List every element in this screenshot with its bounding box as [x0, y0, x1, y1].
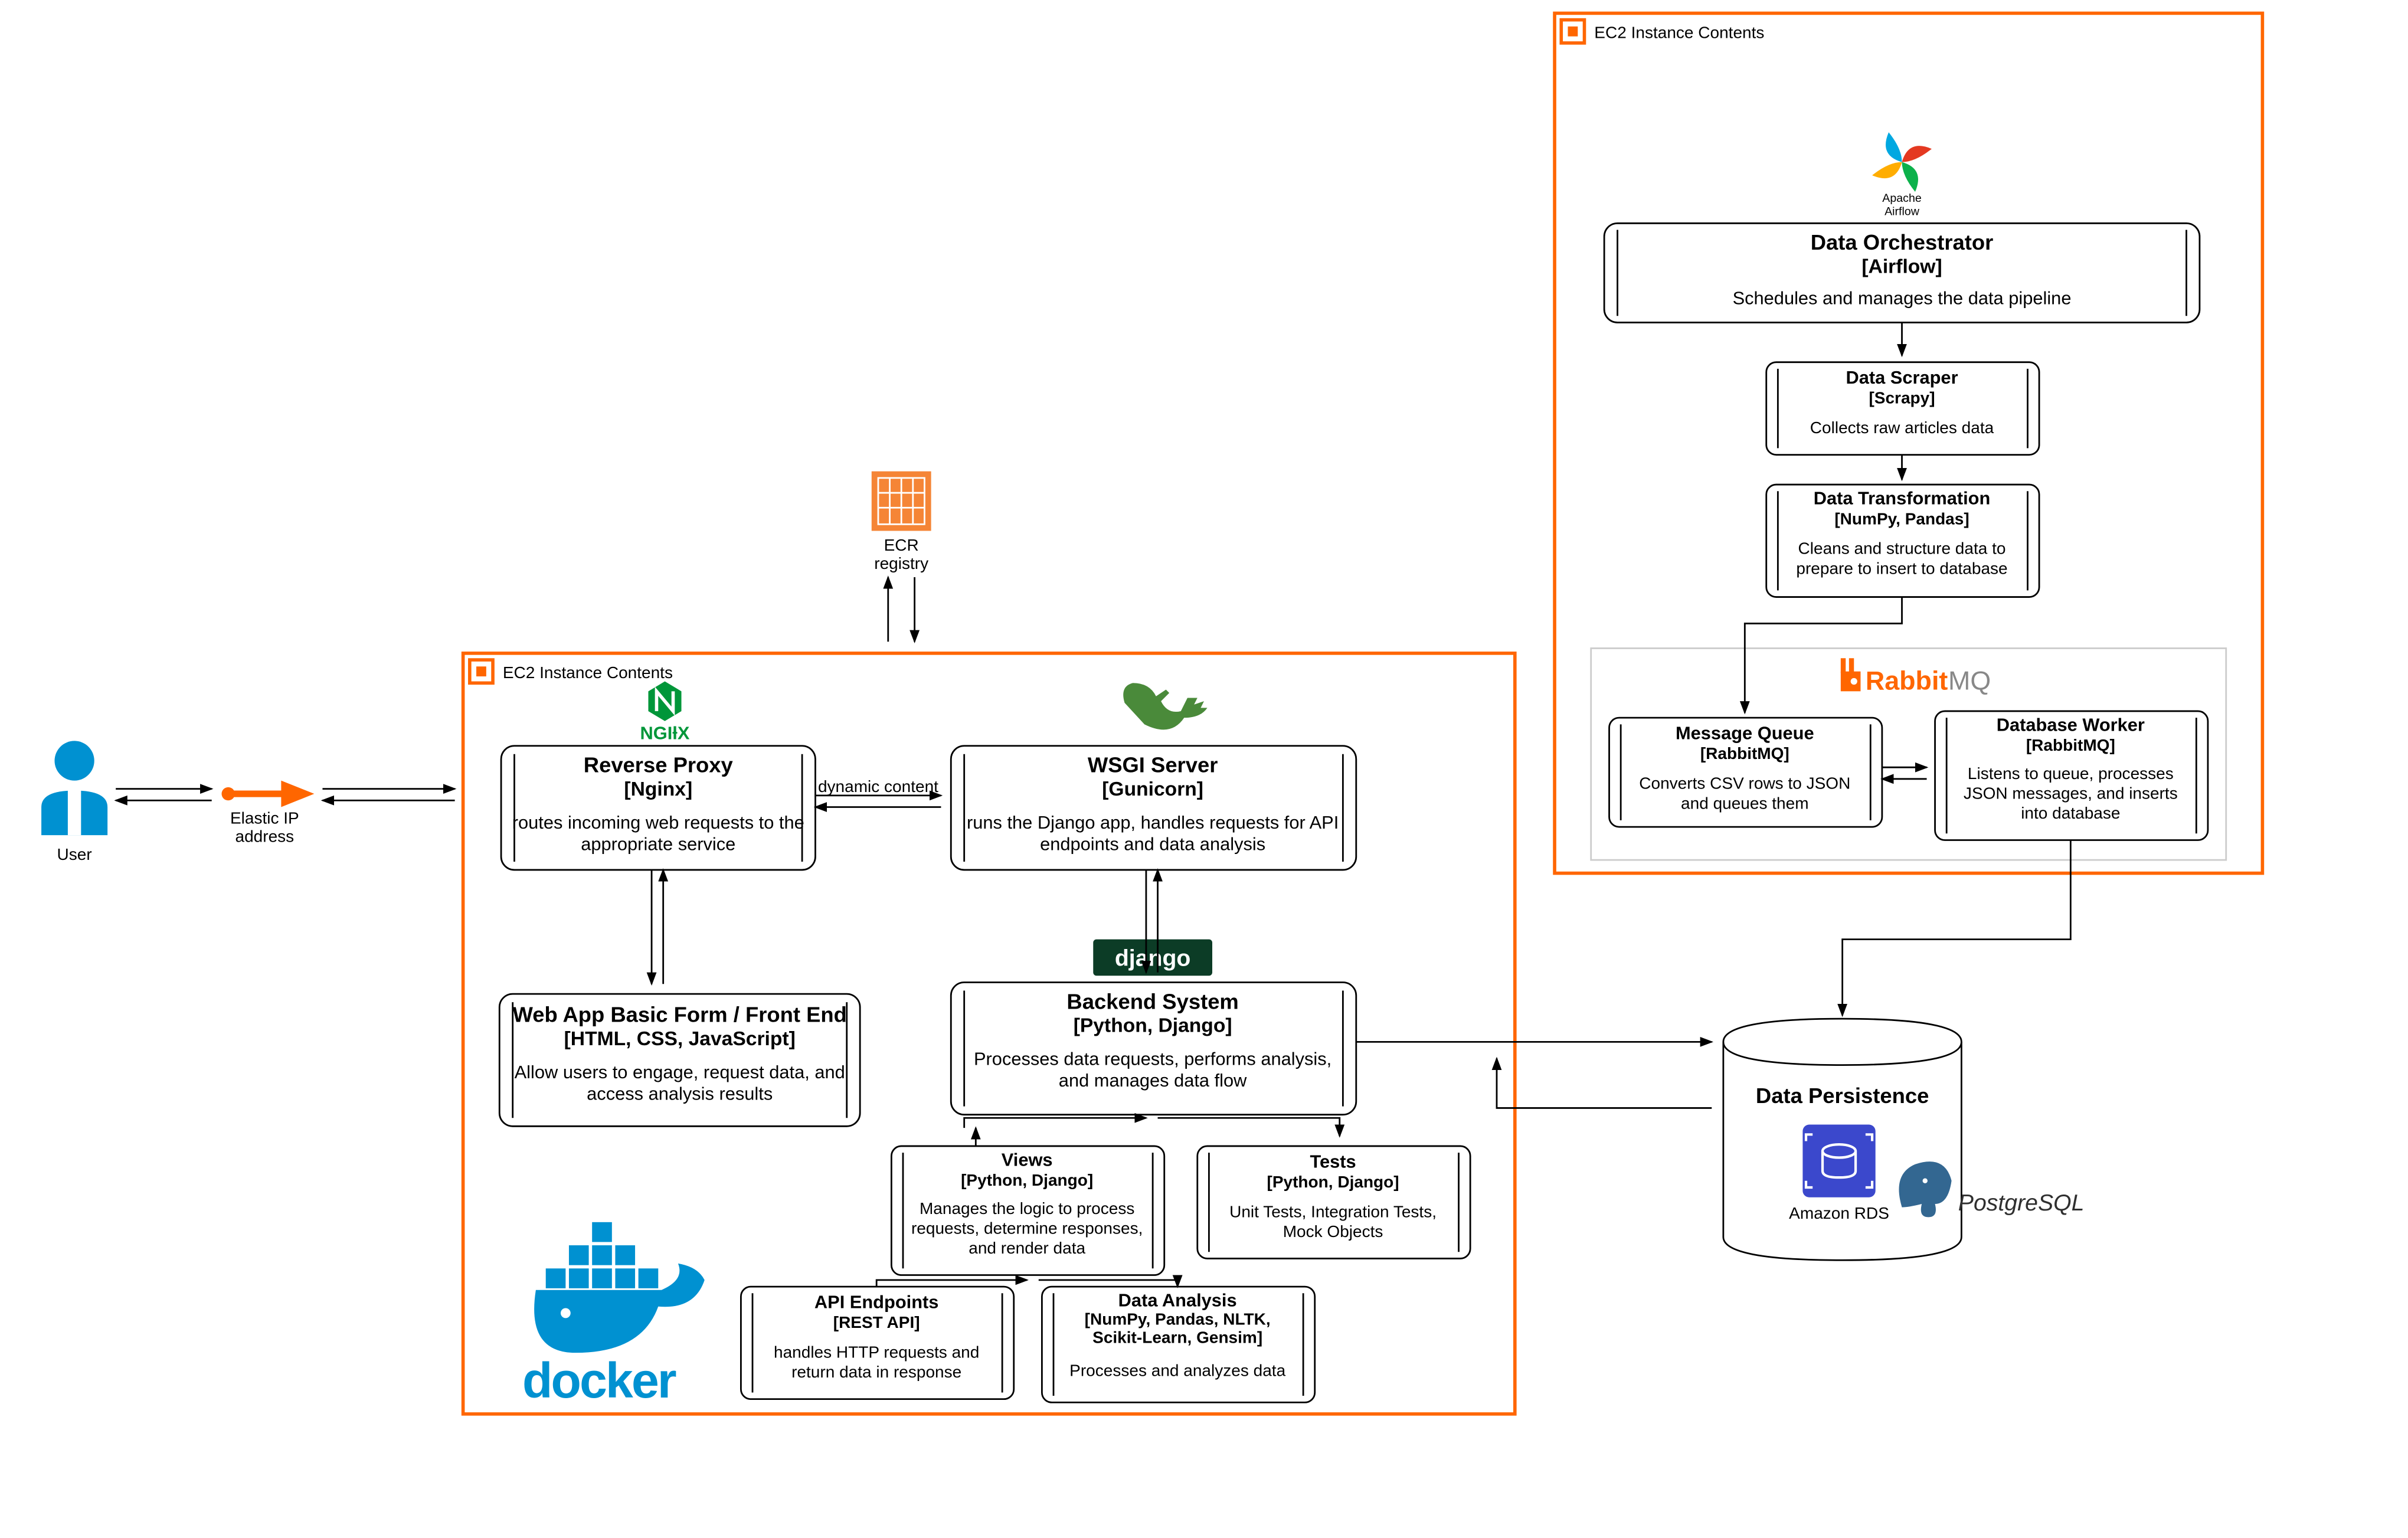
- svg-text:[RabbitMQ]: [RabbitMQ]: [1700, 744, 1789, 763]
- svg-text:and manages data flow: and manages data flow: [1059, 1070, 1247, 1091]
- elastic-ip-icon: [222, 781, 315, 807]
- svg-text:API Endpoints: API Endpoints: [814, 1292, 939, 1313]
- svg-text:prepare to insert to database: prepare to insert to database: [1796, 559, 2007, 577]
- svg-text:Manages the logic to process: Manages the logic to process: [920, 1199, 1134, 1218]
- svg-text:Processes data requests, perfo: Processes data requests, performs analys…: [974, 1049, 1331, 1069]
- svg-text:Reverse Proxy: Reverse Proxy: [584, 753, 734, 777]
- svg-text:[NumPy, Pandas, NLTK,: [NumPy, Pandas, NLTK,: [1085, 1310, 1271, 1328]
- django-label: django: [1115, 945, 1191, 971]
- api-box: API Endpoints [REST API] handles HTTP re…: [741, 1287, 1013, 1399]
- svg-text:routes incoming web requests t: routes incoming web requests to the: [512, 812, 804, 833]
- ec2-right-title: EC2 Instance Contents: [1594, 23, 1764, 41]
- svg-text:Backend System: Backend System: [1066, 989, 1238, 1013]
- tests-box: Tests [Python, Django] Unit Tests, Integ…: [1198, 1146, 1470, 1259]
- svg-text:Data Orchestrator: Data Orchestrator: [1811, 230, 1994, 254]
- nginx-label: NGIƚX: [640, 723, 690, 744]
- gunicorn-icon: [1123, 683, 1207, 729]
- ecr-l1: ECR: [884, 536, 919, 554]
- svg-text:Processes and analyzes data: Processes and analyzes data: [1069, 1361, 1285, 1379]
- backend-box: Backend System [Python, Django] Processe…: [951, 982, 1356, 1114]
- svg-text:dynamic content: dynamic content: [818, 777, 938, 796]
- docker-icon: [534, 1222, 705, 1353]
- eip-l2: address: [235, 827, 295, 845]
- svg-text:handles HTTP requests and: handles HTTP requests and: [774, 1343, 979, 1362]
- analysis-box: Data Analysis [NumPy, Pandas, NLTK, Scik…: [1042, 1287, 1314, 1402]
- scraper-box: Data Scraper [Scrapy] Collects raw artic…: [1766, 362, 2039, 455]
- svg-text:Database Worker: Database Worker: [1997, 715, 2145, 735]
- airflow-l2: Airflow: [1884, 205, 1920, 218]
- svg-text:Listens to queue, processes: Listens to queue, processes: [1968, 764, 2174, 783]
- ecr-icon: [872, 472, 931, 531]
- svg-text:Allow users to engage, request: Allow users to engage, request data, and: [515, 1062, 845, 1082]
- svg-text:[Nginx]: [Nginx]: [624, 778, 692, 800]
- ecr-l2: registry: [874, 554, 928, 572]
- svg-text:Tests: Tests: [1310, 1151, 1356, 1172]
- svg-text:[Python, Django]: [Python, Django]: [961, 1171, 1093, 1189]
- svg-text:Data Transformation: Data Transformation: [1814, 488, 1991, 509]
- svg-text:into database: into database: [2021, 804, 2120, 822]
- rabbit-l2: MQ: [1948, 666, 1991, 696]
- rabbitmq-icon: [1841, 658, 1861, 691]
- svg-text:[NumPy, Pandas]: [NumPy, Pandas]: [1834, 509, 1969, 528]
- ec2-left-title: EC2 Instance Contents: [503, 663, 673, 682]
- svg-text:[HTML, CSS, JavaScript]: [HTML, CSS, JavaScript]: [564, 1028, 796, 1050]
- svg-text:runs the Django app, handles r: runs the Django app, handles requests fo…: [967, 812, 1339, 833]
- orchestrator-box: Data Orchestrator [Airflow] Schedules an…: [1604, 223, 2200, 322]
- svg-text:Message Queue: Message Queue: [1676, 723, 1814, 744]
- airflow-l1: Apache: [1882, 192, 1922, 205]
- dbworker-box: Database Worker [RabbitMQ] Listens to qu…: [1935, 711, 2208, 840]
- svg-text:appropriate service: appropriate service: [581, 833, 735, 854]
- nginx-icon: [648, 681, 681, 721]
- frontend-box: Web App Basic Form / Front End [HTML, CS…: [499, 994, 860, 1126]
- mq-box: Message Queue [RabbitMQ] Converts CSV ro…: [1609, 718, 1882, 827]
- svg-text:return data in response: return data in response: [791, 1363, 961, 1381]
- docker-label: docker: [522, 1353, 676, 1408]
- svg-text:endpoints and data analysis: endpoints and data analysis: [1040, 833, 1265, 854]
- svg-text:[RabbitMQ]: [RabbitMQ]: [2026, 736, 2115, 754]
- svg-text:access analysis results: access analysis results: [587, 1083, 773, 1104]
- user-label: User: [57, 845, 92, 863]
- svg-text:WSGI Server: WSGI Server: [1088, 753, 1218, 777]
- svg-text:and render data: and render data: [969, 1239, 1085, 1257]
- rds-label: Amazon RDS: [1789, 1204, 1889, 1222]
- airflow-icon: [1872, 132, 1932, 192]
- reverse-proxy-box: Reverse Proxy [Nginx] routes incoming we…: [501, 746, 815, 870]
- svg-text:Converts CSV rows to JSON: Converts CSV rows to JSON: [1639, 774, 1850, 793]
- svg-text:Views: Views: [1002, 1150, 1053, 1170]
- svg-text:[Python, Django]: [Python, Django]: [1074, 1015, 1232, 1037]
- svg-text:Collects raw articles data: Collects raw articles data: [1810, 418, 1994, 437]
- rabbit-l1: Rabbit: [1866, 666, 1948, 696]
- svg-text:[Gunicorn]: [Gunicorn]: [1102, 778, 1203, 800]
- svg-text:[Python, Django]: [Python, Django]: [1267, 1173, 1399, 1191]
- svg-text:Mock Objects: Mock Objects: [1283, 1222, 1383, 1241]
- svg-text:Data Persistence: Data Persistence: [1756, 1084, 1929, 1108]
- svg-text:Unit Tests, Integration Tests,: Unit Tests, Integration Tests,: [1229, 1202, 1437, 1220]
- svg-text:Web App Basic Form / Front End: Web App Basic Form / Front End: [513, 1003, 847, 1027]
- svg-text:Cleans and structure data to: Cleans and structure data to: [1798, 539, 2006, 558]
- svg-text:Data Scraper: Data Scraper: [1846, 367, 1958, 388]
- svg-text:requests, determine responses,: requests, determine responses,: [911, 1219, 1143, 1237]
- views-box: Views [Python, Django] Manages the logic…: [891, 1146, 1164, 1275]
- svg-text:Scikit-Learn, Gensim]: Scikit-Learn, Gensim]: [1092, 1328, 1262, 1346]
- svg-text:[Airflow]: [Airflow]: [1861, 256, 1942, 277]
- postgres-label: PostgreSQL: [1958, 1190, 2085, 1216]
- svg-text:Data Analysis: Data Analysis: [1118, 1290, 1237, 1311]
- transform-box: Data Transformation [NumPy, Pandas] Clea…: [1766, 485, 2039, 597]
- eip-l1: Elastic IP: [230, 809, 299, 827]
- svg-text:Schedules and manages the data: Schedules and manages the data pipeline: [1733, 288, 2072, 309]
- svg-text:[Scrapy]: [Scrapy]: [1869, 389, 1935, 407]
- svg-text:JSON messages, and inserts: JSON messages, and inserts: [1964, 784, 2178, 802]
- svg-text:[REST API]: [REST API]: [833, 1313, 920, 1331]
- user-icon: [41, 741, 107, 835]
- svg-text:and queues them: and queues them: [1681, 794, 1809, 812]
- rds-icon: [1802, 1124, 1875, 1197]
- wsgi-box: WSGI Server [Gunicorn] runs the Django a…: [951, 746, 1356, 870]
